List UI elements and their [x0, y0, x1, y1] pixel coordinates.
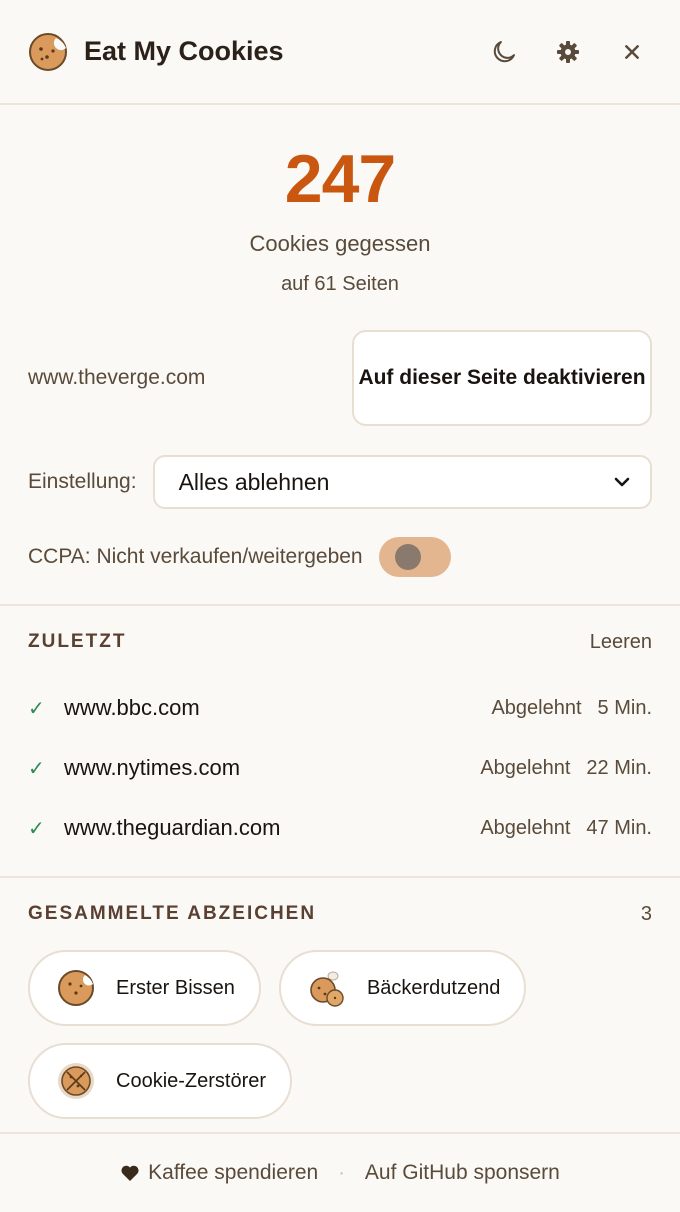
dark-mode-button[interactable]: [484, 32, 524, 72]
current-site-row: www.theverge.com Auf dieser Seite deakti…: [0, 330, 680, 426]
recent-domain: www.bbc.com: [64, 695, 200, 720]
close-icon: [625, 44, 639, 59]
close-button[interactable]: [612, 32, 652, 72]
badge-bakers-dozen: Bäckerdutzend: [278, 950, 527, 1026]
recent-list: ✓ www.bbc.com Abgelehnt 5 Min. ✓ www.nyt…: [0, 678, 680, 858]
heart-icon: [121, 1165, 139, 1181]
header-actions: [460, 32, 652, 72]
check-icon: ✓: [28, 697, 45, 720]
toggle-knob: [394, 544, 421, 570]
recent-title: ZULETZT: [28, 631, 127, 652]
recent-status: Abgelehnt: [480, 816, 571, 839]
cookie-count-label: Cookies gegessen: [249, 231, 431, 256]
moon-icon: [493, 40, 515, 62]
badge-cookie-destroyer: Cookie-Zerstörer: [28, 1043, 293, 1119]
cookie-bite-icon: [58, 970, 94, 1006]
recent-status: Abgelehnt: [491, 696, 582, 719]
cookie-crossed-icon: [58, 1063, 94, 1099]
recent-time: 47 Min.: [586, 816, 652, 839]
stats-panel: 247 Cookies gegessen auf 61 Seiten: [0, 105, 680, 330]
setting-select[interactable]: Alles ablehnen: [152, 455, 652, 509]
footer-separator: ·: [338, 1161, 345, 1184]
ccpa-toggle[interactable]: [378, 537, 451, 577]
check-icon: ✓: [28, 817, 45, 840]
recent-header: ZULETZT Leeren: [0, 606, 680, 678]
badge-first-bite: Erster Bissen: [28, 950, 261, 1026]
badges-title: GESAMMELTE ABZEICHEN: [28, 903, 317, 924]
disable-on-site-button[interactable]: Auf dieser Seite deaktivieren: [352, 330, 652, 426]
setting-row: Einstellung: Alles ablehnen: [0, 455, 680, 509]
chevron-down-icon: [614, 477, 630, 487]
settings-button[interactable]: [548, 32, 588, 72]
clear-button[interactable]: Leeren: [590, 631, 652, 654]
check-icon: ✓: [28, 757, 45, 780]
list-item: ✓ www.theguardian.com Abgelehnt 47 Min.: [28, 798, 652, 858]
footer: Kaffee spendieren · Auf GitHub sponsern: [0, 1132, 680, 1212]
badge-label: Bäckerdutzend: [366, 976, 501, 999]
cookie-stack-icon: [310, 971, 344, 1007]
ccpa-row: CCPA: Nicht verkaufen/weitergeben: [0, 536, 680, 578]
setting-selected-value: Alles ablehnen: [178, 468, 330, 495]
badge-label: Erster Bissen: [116, 976, 235, 999]
badges-header: GESAMMELTE ABZEICHEN 3: [0, 878, 680, 950]
recent-time: 22 Min.: [586, 756, 652, 779]
list-item: ✓ www.nytimes.com Abgelehnt 22 Min.: [28, 738, 652, 798]
badges-count: 3: [640, 902, 652, 925]
buy-coffee-label: Kaffee spendieren: [148, 1161, 319, 1184]
buy-coffee-link[interactable]: Kaffee spendieren: [120, 1161, 318, 1185]
pages-count-label: auf 61 Seiten: [281, 273, 399, 295]
current-site-domain: www.theverge.com: [28, 366, 206, 389]
ccpa-label: CCPA: Nicht verkaufen/weitergeben: [28, 545, 363, 568]
recent-domain: www.nytimes.com: [64, 755, 241, 780]
recent-status: Abgelehnt: [480, 756, 571, 779]
cookie-logo-icon: [29, 32, 67, 71]
gear-icon: [557, 40, 579, 63]
recent-domain: www.theguardian.com: [64, 815, 281, 840]
app-title: Eat My Cookies: [84, 36, 284, 66]
header: Eat My Cookies: [0, 0, 680, 105]
cookie-count: 247: [284, 141, 396, 217]
list-item: ✓ www.bbc.com Abgelehnt 5 Min.: [28, 678, 652, 738]
badges-list: Erster Bissen Bäckerdutzend Cookie-Zerst…: [0, 950, 680, 1119]
setting-label: Einstellung:: [28, 470, 137, 493]
badge-label: Cookie-Zerstörer: [116, 1069, 267, 1092]
github-sponsor-link[interactable]: Auf GitHub sponsern: [365, 1161, 560, 1185]
recent-time: 5 Min.: [597, 696, 652, 719]
